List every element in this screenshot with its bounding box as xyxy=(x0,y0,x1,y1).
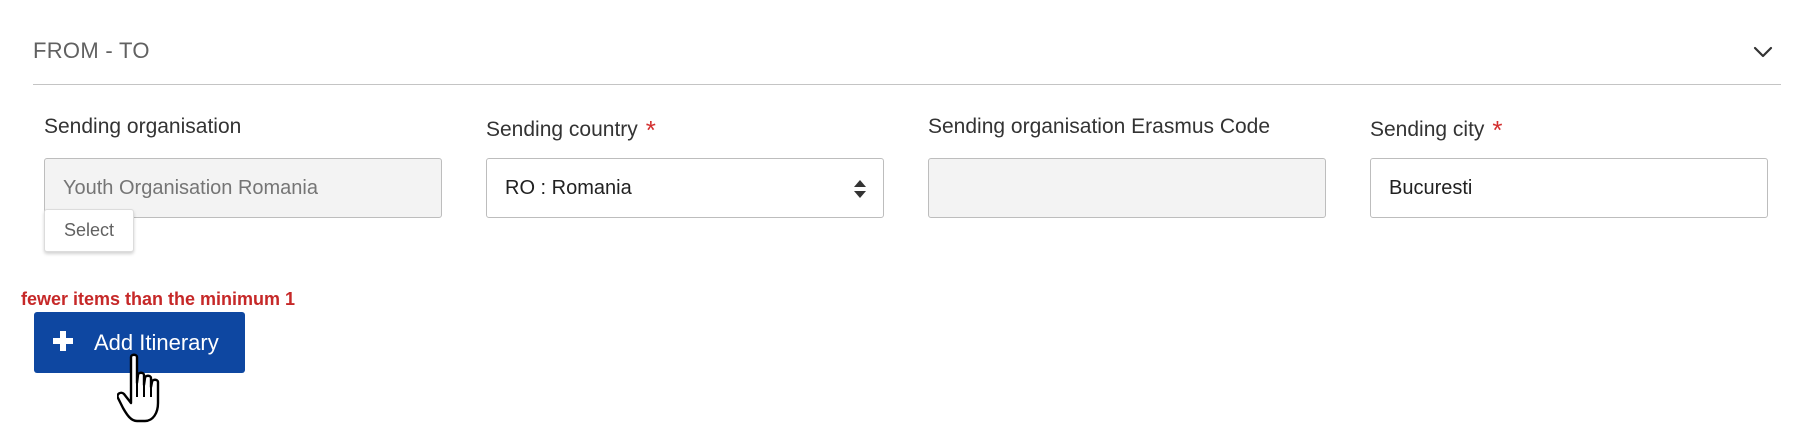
sending-city-field: Sending city * Bucuresti xyxy=(1370,112,1768,218)
erasmus-code-label: Sending organisation Erasmus Code xyxy=(928,115,1271,138)
sending-organisation-value: Youth Organisation Romania xyxy=(63,177,318,199)
sending-organisation-label: Sending organisation xyxy=(44,115,242,138)
section-title: FROM - TO xyxy=(33,38,150,63)
sending-country-select[interactable]: RO : Romania xyxy=(486,158,884,218)
section-header[interactable]: FROM - TO xyxy=(33,0,1781,85)
select-arrows-icon xyxy=(854,180,866,198)
erasmus-code-field: Sending organisation Erasmus Code xyxy=(928,112,1326,218)
sending-country-value: RO : Romania xyxy=(505,177,632,199)
sending-city-value: Bucuresti xyxy=(1389,177,1473,199)
sending-city-input[interactable]: Bucuresti xyxy=(1370,158,1768,218)
sending-country-field: Sending country * RO : Romania xyxy=(486,112,884,218)
sending-city-label: Sending city * xyxy=(1370,112,1768,145)
chevron-down-icon[interactable] xyxy=(1751,40,1775,64)
erasmus-code-input[interactable] xyxy=(928,158,1326,218)
hand-cursor-icon xyxy=(117,353,160,423)
required-mark: * xyxy=(645,115,656,145)
sending-country-label-text: Sending country xyxy=(486,118,638,141)
sending-organisation-field: Sending organisation Youth Organisation … xyxy=(44,112,442,218)
required-mark: * xyxy=(1492,115,1503,145)
plus-icon xyxy=(53,331,73,351)
sending-city-label-text: Sending city xyxy=(1370,118,1485,141)
sending-country-label: Sending country * xyxy=(486,112,884,145)
select-button[interactable]: Select xyxy=(44,209,134,252)
validation-error-message: fewer items than the minimum 1 xyxy=(21,289,296,309)
